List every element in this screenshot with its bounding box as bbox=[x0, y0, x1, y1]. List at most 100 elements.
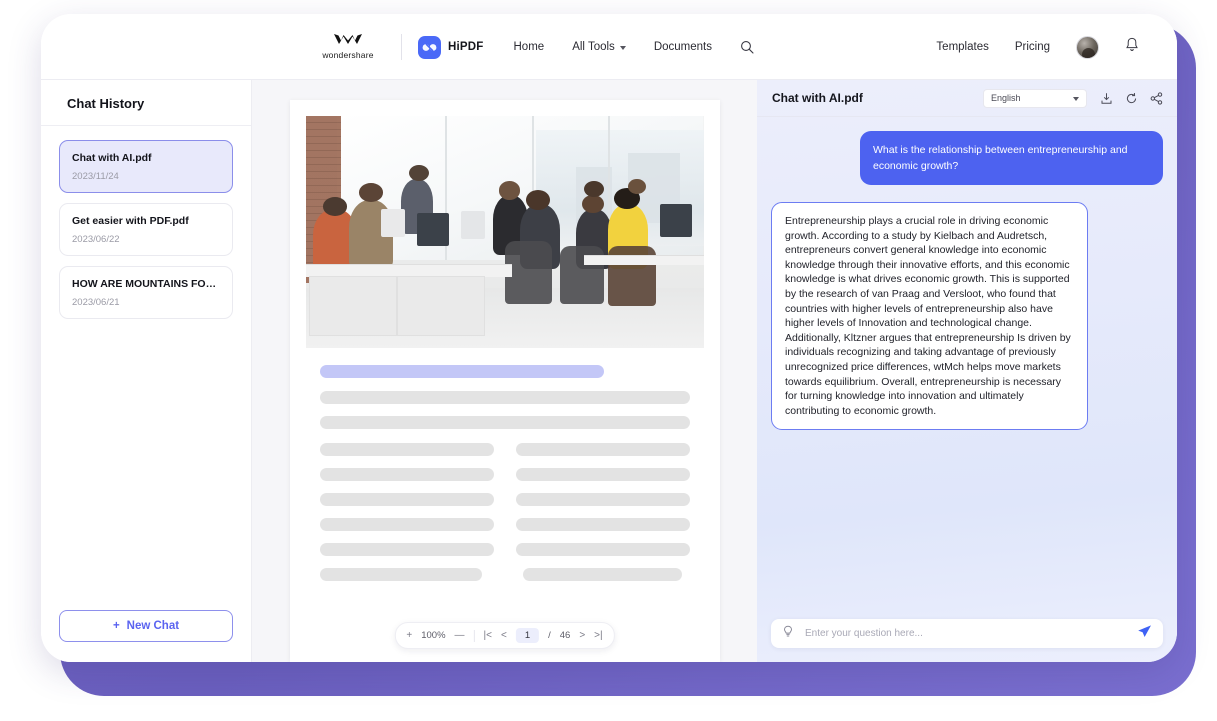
photo-monitor bbox=[460, 211, 485, 239]
wondershare-logo[interactable]: wondershare bbox=[311, 34, 385, 60]
nav-item-pricing-label: Pricing bbox=[1014, 41, 1050, 53]
nav-item-templates-label: Templates bbox=[936, 41, 989, 53]
document-text-placeholder bbox=[306, 348, 704, 581]
total-pages-label: 46 bbox=[559, 630, 571, 641]
text-bar bbox=[319, 391, 690, 404]
nav-item-documents-label: Documents bbox=[653, 41, 712, 53]
send-icon[interactable] bbox=[1137, 624, 1152, 644]
language-select-value: English bbox=[991, 93, 1021, 103]
hipdf-logo[interactable]: HiPDF bbox=[418, 35, 484, 59]
chat-history-item-date: 2023/06/22 bbox=[72, 234, 120, 245]
photo-person-head bbox=[359, 183, 384, 202]
text-bar bbox=[319, 568, 483, 581]
photo-monitor bbox=[659, 204, 692, 237]
top-navigation-bar: wondershare HiPDF Home All Tools Documen… bbox=[41, 14, 1177, 80]
document-photo bbox=[305, 116, 704, 348]
text-bar bbox=[319, 493, 494, 506]
nav-item-all-tools-label: All Tools bbox=[572, 41, 615, 53]
nav-item-all-tools[interactable]: All Tools bbox=[572, 41, 626, 53]
wondershare-name: wondershare bbox=[322, 50, 374, 60]
text-bar-highlighted bbox=[319, 365, 605, 378]
photo-person-head bbox=[323, 197, 348, 216]
avatar[interactable] bbox=[1076, 35, 1099, 59]
text-bar bbox=[319, 468, 494, 481]
wondershare-mark-icon bbox=[334, 34, 362, 45]
text-bar-row bbox=[319, 568, 690, 581]
text-bar bbox=[515, 443, 690, 456]
refresh-icon[interactable] bbox=[1125, 92, 1138, 105]
nav-center-group: wondershare HiPDF Home All Tools Documen… bbox=[311, 14, 754, 80]
chat-history-item-name: Chat with AI.pdf bbox=[72, 152, 152, 164]
first-page-button[interactable]: |< bbox=[484, 630, 492, 641]
nav-links: Home All Tools Documents bbox=[514, 40, 754, 54]
pdf-pagination-toolbar: + 100% — |< < 1 / 46 > >| bbox=[394, 622, 615, 649]
page-separator: / bbox=[548, 630, 551, 641]
photo-person-head bbox=[498, 180, 521, 200]
current-page-input[interactable]: 1 bbox=[515, 628, 540, 643]
chat-history-item-date: 2023/06/21 bbox=[72, 297, 120, 308]
nav-item-home[interactable]: Home bbox=[514, 41, 545, 53]
share-icon[interactable] bbox=[1150, 91, 1163, 105]
text-bar bbox=[319, 416, 690, 429]
chat-input[interactable] bbox=[803, 627, 1128, 640]
text-bar bbox=[319, 543, 494, 556]
lightbulb-icon[interactable] bbox=[782, 625, 794, 643]
new-chat-button[interactable]: + New Chat bbox=[59, 610, 233, 642]
bell-icon[interactable] bbox=[1125, 37, 1139, 57]
pdf-page bbox=[289, 100, 720, 662]
photo-person-head bbox=[408, 164, 429, 181]
chat-history-item-1[interactable]: Get easier with PDF.pdf 2023/06/22 bbox=[59, 203, 233, 256]
text-bar bbox=[515, 493, 690, 506]
next-page-button[interactable]: > bbox=[579, 630, 585, 641]
chat-header-actions bbox=[1100, 91, 1163, 105]
hipdf-name: HiPDF bbox=[448, 41, 484, 53]
search-icon[interactable] bbox=[740, 40, 754, 54]
previous-page-button[interactable]: < bbox=[501, 630, 507, 641]
text-bar bbox=[515, 543, 690, 556]
last-page-button[interactable]: >| bbox=[594, 630, 602, 641]
nav-item-documents[interactable]: Documents bbox=[654, 41, 712, 53]
chat-message-assistant: Entrepreneurship plays a crucial role in… bbox=[771, 202, 1088, 431]
chat-document-title: Chat with AI.pdf bbox=[772, 91, 863, 105]
chat-history-item-0[interactable]: Chat with AI.pdf 2023/11/24 bbox=[59, 140, 233, 193]
text-bar bbox=[319, 443, 494, 456]
zoom-out-button[interactable]: — bbox=[455, 630, 465, 641]
nav-item-home-label: Home bbox=[513, 41, 545, 53]
chat-history-item-date: 2023/11/24 bbox=[72, 171, 119, 182]
language-select[interactable]: English bbox=[983, 88, 1087, 108]
plus-icon: + bbox=[112, 620, 120, 632]
chat-history-item-2[interactable]: HOW ARE MOUNTAINS FORME... 2023/06/21 bbox=[59, 266, 233, 319]
photo-desk bbox=[584, 255, 704, 266]
chat-composer[interactable] bbox=[771, 619, 1163, 648]
download-icon[interactable] bbox=[1100, 92, 1113, 105]
chat-history-item-name: Get easier with PDF.pdf bbox=[72, 215, 189, 227]
text-bar bbox=[515, 468, 690, 481]
photo-monitor bbox=[381, 208, 405, 237]
chat-history-list: Chat with AI.pdf 2023/11/24 Get easier w… bbox=[41, 126, 251, 319]
text-bar bbox=[319, 518, 494, 531]
nav-item-templates[interactable]: Templates bbox=[936, 41, 988, 53]
photo-monitor bbox=[416, 213, 449, 246]
nav-item-pricing[interactable]: Pricing bbox=[1015, 41, 1050, 53]
text-bar-row bbox=[319, 468, 690, 481]
text-bar bbox=[515, 518, 690, 531]
zoom-in-button[interactable]: + bbox=[406, 630, 412, 641]
pdf-viewer: + 100% — |< < 1 / 46 > >| bbox=[252, 80, 757, 662]
chat-history-sidebar: Chat History Chat with AI.pdf 2023/11/24… bbox=[41, 80, 252, 662]
sidebar-title: Chat History bbox=[41, 80, 251, 126]
chat-history-item-name: HOW ARE MOUNTAINS FORME... bbox=[72, 278, 220, 290]
text-bar-row bbox=[319, 518, 690, 531]
photo-cabinet bbox=[397, 276, 485, 337]
chat-panel-header: Chat with AI.pdf English bbox=[757, 80, 1177, 117]
text-bar-row bbox=[319, 443, 690, 456]
photo-person-head bbox=[627, 178, 646, 194]
new-chat-label: New Chat bbox=[126, 620, 180, 632]
nav-right-group: Templates Pricing bbox=[936, 14, 1139, 80]
text-bar bbox=[522, 568, 682, 581]
chat-message-user: What is the relationship between entrepr… bbox=[860, 131, 1163, 185]
app-window: wondershare HiPDF Home All Tools Documen… bbox=[41, 14, 1177, 662]
chevron-down-icon bbox=[619, 46, 626, 50]
photo-person-head bbox=[584, 180, 604, 198]
zoom-level-label: 100% bbox=[421, 630, 446, 641]
photo-cabinet bbox=[309, 276, 398, 337]
